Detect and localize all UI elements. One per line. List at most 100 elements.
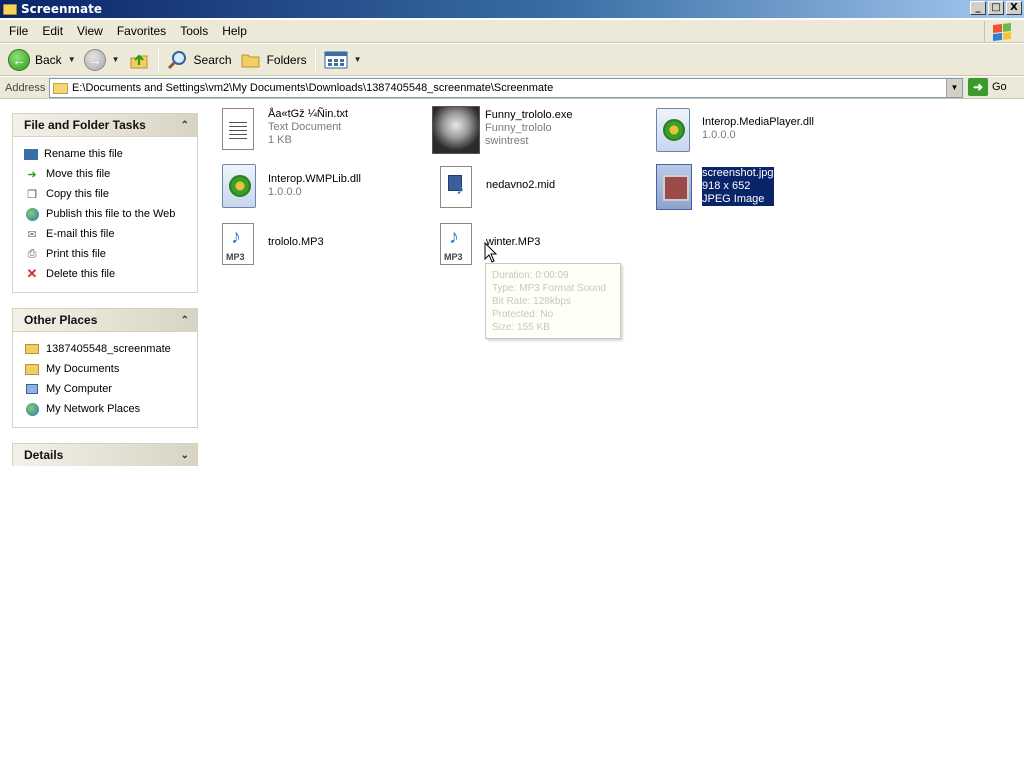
- search-button[interactable]: Search: [163, 47, 236, 73]
- tooltip-type: Type: MP3 Format Sound: [492, 283, 606, 294]
- menu-view[interactable]: View: [70, 22, 110, 40]
- forward-dropdown-icon[interactable]: ▼: [112, 55, 120, 64]
- back-dropdown-icon[interactable]: ▼: [68, 55, 76, 64]
- file-and-folder-tasks-panel: File and Folder Tasks ⌃ Rename this file…: [12, 113, 198, 293]
- delete-x-icon: ✕: [26, 266, 38, 281]
- file-item[interactable]: ♪ MP3 trololo.MP3: [222, 223, 324, 269]
- menu-help[interactable]: Help: [215, 22, 254, 40]
- tooltip-size: Size: 155 KB: [492, 322, 550, 333]
- folders-label: Folders: [266, 52, 307, 67]
- address-input[interactable]: E:\Documents and Settings\vm2\My Documen…: [49, 78, 963, 98]
- file-item[interactable]: Interop.MediaPlayer.dll 1.0.0.0: [656, 108, 814, 154]
- task-email[interactable]: ✉ E-mail this file: [24, 224, 197, 244]
- file-tasks-header[interactable]: File and Folder Tasks ⌃: [12, 113, 198, 136]
- file-item-selected[interactable]: screenshot.jpg 918 x 652 JPEG Image: [656, 164, 774, 210]
- file-name: nedavno2.mid: [486, 179, 556, 191]
- tooltip-protected: Protected: No: [492, 309, 554, 320]
- address-dropdown-icon[interactable]: ▼: [946, 79, 962, 97]
- up-folder-icon: [130, 53, 148, 68]
- up-folder-button[interactable]: [124, 47, 154, 73]
- task-move[interactable]: ➜ Move this file: [24, 164, 197, 184]
- task-label: Publish this file to the Web: [46, 208, 176, 220]
- file-description: Funny_trololo: [485, 122, 552, 134]
- rename-icon: [24, 148, 38, 160]
- close-button[interactable]: X: [1006, 1, 1022, 15]
- title-bar[interactable]: Screenmate _ □ X: [0, 0, 1024, 18]
- file-item[interactable]: Funny_trololo.exe Funny_trololo swintres…: [432, 106, 572, 154]
- file-item[interactable]: Åa«tGž ¼Ñin.txt Text Document 1 KB: [222, 108, 348, 154]
- file-version: 1.0.0.0: [268, 186, 302, 198]
- back-button[interactable]: ← Back ▼: [4, 47, 80, 73]
- file-tasks-title: File and Folder Tasks: [24, 118, 146, 132]
- menu-bar: File Edit View Favorites Tools Help: [0, 20, 1024, 43]
- folders-button[interactable]: Folders: [236, 47, 311, 73]
- dll-icon: [656, 108, 692, 154]
- task-label: Print this file: [46, 248, 106, 260]
- folders-icon: [241, 54, 260, 67]
- toolbar-separator: [157, 47, 159, 72]
- maximize-button[interactable]: □: [988, 1, 1004, 15]
- collapse-chevron-icon[interactable]: ⌃: [181, 120, 189, 131]
- place-my-documents[interactable]: My Documents: [24, 359, 197, 379]
- menu-file[interactable]: File: [2, 22, 35, 40]
- details-title: Details: [24, 448, 64, 462]
- tooltip-duration: Duration: 0:00:09: [492, 270, 569, 281]
- toolbar-separator: [314, 47, 316, 72]
- menu-tools[interactable]: Tools: [173, 22, 215, 40]
- file-type: Text Document: [268, 121, 342, 133]
- task-copy[interactable]: ❐ Copy this file: [24, 184, 197, 204]
- task-pane: File and Folder Tasks ⌃ Rename this file…: [0, 100, 210, 768]
- file-item[interactable]: Interop.WMPLib.dll 1.0.0.0: [222, 164, 361, 210]
- task-print[interactable]: ⎙ Print this file: [24, 244, 197, 264]
- address-label: Address: [5, 81, 46, 94]
- minimize-button[interactable]: _: [970, 1, 986, 15]
- details-header[interactable]: Details ⌄: [12, 443, 198, 466]
- forward-button[interactable]: → ▼: [80, 47, 124, 73]
- views-icon: [324, 51, 348, 68]
- other-places-header[interactable]: Other Places ⌃: [12, 308, 198, 331]
- file-name: screenshot.jpg: [702, 167, 774, 180]
- other-places-panel: Other Places ⌃ 1387405548_screenmate My …: [12, 308, 198, 428]
- image-dimensions: 918 x 652: [702, 180, 774, 193]
- place-label: My Network Places: [46, 403, 141, 415]
- task-rename[interactable]: Rename this file: [24, 144, 197, 164]
- menu-favorites[interactable]: Favorites: [110, 22, 173, 40]
- address-value: E:\Documents and Settings\vm2\My Documen…: [72, 82, 554, 94]
- windows-logo-icon: [984, 21, 1018, 42]
- file-item[interactable]: ♪ nedavno2.mid: [440, 166, 555, 212]
- go-arrow-icon: ➜: [968, 78, 988, 96]
- task-delete[interactable]: ✕ Delete this file: [24, 264, 197, 284]
- views-dropdown-icon[interactable]: ▼: [354, 55, 362, 64]
- file-name: Åa«tGž ¼Ñin.txt: [268, 108, 349, 120]
- task-label: E-mail this file: [46, 228, 115, 240]
- back-label: Back: [35, 52, 62, 67]
- mp3-icon: ♪ MP3: [440, 223, 476, 269]
- exe-thumbnail-icon: [432, 106, 480, 154]
- network-places-icon: [24, 402, 40, 416]
- place-parent-folder[interactable]: 1387405548_screenmate: [24, 339, 197, 359]
- views-button[interactable]: ▼: [320, 47, 366, 73]
- tooltip-bitrate: Bit Rate: 128kbps: [492, 296, 571, 307]
- task-label: Copy this file: [46, 188, 109, 200]
- search-label: Search: [193, 52, 232, 67]
- folder-icon: [3, 3, 17, 15]
- forward-arrow-icon: →: [83, 48, 106, 71]
- folder-icon: [24, 342, 40, 356]
- file-list: Åa«tGž ¼Ñin.txt Text Document 1 KB Funny…: [210, 100, 1024, 768]
- collapse-chevron-icon[interactable]: ⌃: [181, 315, 189, 326]
- folder-icon: [53, 82, 68, 94]
- expand-chevron-icon[interactable]: ⌄: [181, 450, 189, 461]
- text-file-icon: [222, 108, 258, 154]
- toolbar: ← Back ▼ → ▼ Search Folders ▼: [0, 44, 1024, 76]
- file-size: 1 KB: [268, 134, 292, 146]
- place-my-network[interactable]: My Network Places: [24, 399, 197, 419]
- file-type: JPEG Image: [702, 193, 774, 206]
- task-publish[interactable]: Publish this file to the Web: [24, 204, 197, 224]
- mp3-icon: ♪ MP3: [222, 223, 258, 269]
- go-label: Go: [992, 81, 1007, 93]
- address-bar: Address E:\Documents and Settings\vm2\My…: [0, 77, 1024, 99]
- copy-icon: ❐: [27, 188, 37, 201]
- place-my-computer[interactable]: My Computer: [24, 379, 197, 399]
- go-button[interactable]: ➜ Go: [968, 78, 1007, 96]
- menu-edit[interactable]: Edit: [35, 22, 70, 40]
